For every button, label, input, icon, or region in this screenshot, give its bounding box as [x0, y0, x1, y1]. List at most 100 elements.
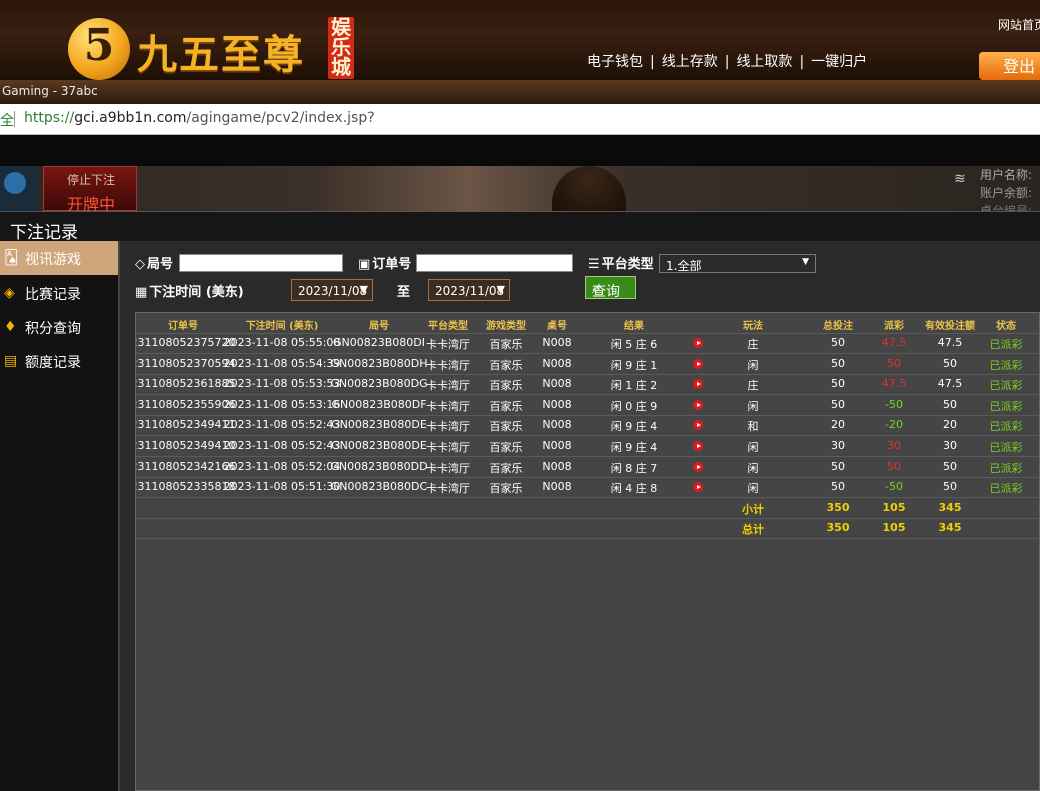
cell-status: 已派彩 [989, 420, 1023, 434]
wifi-icon: ≋ [954, 171, 966, 187]
page-top-spacer [0, 135, 1040, 166]
cell-status: 已派彩 [989, 461, 1023, 475]
date-from-picker[interactable]: 2023/11/08 ▼ [291, 279, 373, 301]
play-video-icon[interactable] [693, 358, 703, 369]
top-navigation: 电子钱包 | 线上存款 | 线上取款 | 一键归户 [587, 54, 868, 70]
cell-result: 闲 4 庄 8 [610, 482, 658, 496]
game-banner: 停止下注 开牌中 ≋ 用户名称: 账户余额: 桌台编号: [0, 166, 1040, 211]
nav-consolidate[interactable]: 一键归户 [811, 54, 867, 70]
calendar-icon: ▦ [135, 285, 148, 300]
cell-status: 已派彩 [989, 358, 1023, 372]
date-from-dropdown-icon: ▼ [359, 283, 368, 296]
nav-ewallet[interactable]: 电子钱包 [587, 54, 643, 70]
to-label: 至 [397, 285, 411, 300]
logo-digit: 5 [83, 20, 115, 71]
security-icon[interactable]: 全 [0, 110, 14, 130]
window-title-bar: Gaming - 37abc [0, 80, 1040, 104]
address-divider [14, 111, 15, 127]
total-row: 总计 350 105 345 [136, 518, 1039, 540]
round-label: ◇ 局号 [135, 257, 174, 272]
bet-records-table: 订单号 下注时间 (美东) 局号 平台类型 游戏类型 桌号 结果 玩法 总投注 派彩 有效投注额 状态… [135, 312, 1040, 791]
date-to-picker[interactable]: 2023/11/08 ▼ [428, 279, 510, 301]
sidebar-item-label: 比赛记录 [25, 287, 81, 303]
user-info: ≋ 用户名称: 账户余额: 桌台编号: [952, 166, 1040, 211]
url-text[interactable]: https://gci.a9bb1n.com/agingame/pcv2/ind… [24, 110, 375, 126]
play-video-icon[interactable] [693, 399, 703, 410]
dealing-label: 开牌中 [66, 195, 115, 211]
diamond-icon: ♦ [4, 319, 17, 335]
platform-select[interactable]: 1.全部 ▼ [659, 254, 816, 273]
logo-icon[interactable]: 5 [68, 18, 130, 80]
cards-icon: 🂡 [4, 250, 19, 266]
stop-bet-status: 停止下注 开牌中 [43, 166, 137, 211]
clipboard-icon: ▣ [358, 257, 371, 272]
sidebar-item-credit-records[interactable]: ▤ 额度记录 [0, 344, 118, 378]
cell-status: 已派彩 [989, 399, 1023, 413]
subtotal-valid-bet: 345 [938, 500, 962, 514]
cell-result: 闲 1 庄 2 [610, 379, 658, 393]
logo-badge: 娱乐城 [328, 17, 354, 79]
cell-status: 已派彩 [989, 482, 1023, 496]
query-button[interactable]: ⌕ 查询 [585, 276, 636, 300]
sidebar-item-label: 额度记录 [25, 355, 81, 371]
sidebar-item-points[interactable]: ♦ 积分查询 [0, 310, 118, 344]
cell-result: 闲 0 庄 9 [610, 399, 658, 413]
table-row[interactable]: 231108052349410 2023-11-08 05:52:43 GN0082… [136, 436, 1039, 457]
page-title-bar: 下注记录 [0, 211, 1040, 243]
logo-text[interactable]: 九五至尊 [137, 22, 305, 80]
document-icon: ▤ [4, 353, 18, 369]
window-title: Gaming - 37abc [2, 84, 98, 98]
home-link[interactable]: 网站首页 [998, 16, 1040, 33]
sidebar-item-label: 视讯游戏 [25, 252, 81, 268]
table-id-label: 桌台编号: [980, 204, 1033, 211]
nav-deposit[interactable]: 线上存款 [662, 54, 718, 70]
table-header: 订单号 下注时间 (美东) 局号 平台类型 游戏类型 桌号 结果 玩法 总投注 派彩 有效投注额 状态 [136, 313, 1039, 334]
table-row[interactable]: 231108052355906 2023-11-08 05:53:16 GN0082… [136, 395, 1039, 416]
play-video-icon[interactable] [693, 338, 703, 348]
order-label: ▣ 订单号 [358, 257, 412, 272]
col-result: 结果 [624, 321, 644, 332]
logout-button[interactable]: 登出 [979, 52, 1040, 80]
date-to-dropdown-icon: ▼ [496, 283, 505, 296]
cell-status: 已派彩 [989, 441, 1023, 454]
table-row[interactable]: 231108052375720 2023-11-08 05:55:08 GN0082… [136, 333, 1039, 354]
page-title: 下注记录 [10, 223, 78, 243]
play-video-icon[interactable] [693, 441, 703, 451]
play-video-icon[interactable] [693, 461, 703, 472]
cell-result: 闲 5 庄 6 [610, 338, 658, 351]
main-content: ◇ 局号 ▣ 订单号 ☰ 平台类型 1.全部 ▼ ▦ 下注时间 (美东) 2023/11/… [120, 241, 1040, 791]
sidebar-item-match-records[interactable]: ◈ 比赛记录 [0, 276, 118, 310]
tag-icon: ◇ [135, 257, 145, 272]
table-row[interactable]: 231108052335818 2023-11-08 05:51:30 GN0082… [136, 477, 1039, 499]
cell-result: 闲 8 庄 7 [610, 461, 658, 475]
round-input[interactable] [179, 254, 343, 272]
cell-result: 闲 9 庄 1 [610, 358, 658, 372]
col-status: 状态 [996, 321, 1016, 332]
balance-label: 账户余额: [980, 186, 1033, 200]
ticket-icon: ◈ [4, 285, 15, 301]
platform-label: ☰ 平台类型 [588, 257, 654, 272]
bet-time-label: ▦ 下注时间 (美东) [135, 285, 244, 300]
address-bar[interactable]: 全 https://gci.a9bb1n.com/agingame/pcv2/i… [0, 104, 1040, 135]
sidebar-item-label: 积分查询 [25, 321, 81, 337]
user-name-label: 用户名称: [980, 168, 1033, 182]
stop-bet-label: 停止下注 [66, 173, 115, 187]
sidebar-item-video-games[interactable]: 🂡 视讯游戏 [0, 241, 118, 275]
cell-status: 已派彩 [989, 338, 1023, 351]
total-valid-bet: 345 [938, 521, 962, 535]
dealer-video [552, 166, 626, 211]
subtotal-row: 小计 350 105 345 [136, 498, 1039, 519]
cell-result: 闲 9 庄 4 [610, 420, 658, 434]
table-row[interactable]: 231108052361885 2023-11-08 05:53:53 GN0082… [136, 374, 1039, 396]
cell-result: 闲 9 庄 4 [610, 441, 658, 454]
chevron-down-icon: ▼ [802, 257, 809, 267]
asia-gaming-logo-icon [0, 166, 38, 211]
list-icon: ☰ [588, 257, 600, 272]
table-row[interactable]: 231108052370594 2023-11-08 05:54:39 GN0082… [136, 354, 1039, 375]
nav-withdraw[interactable]: 线上取款 [736, 54, 792, 70]
table-row[interactable]: 231108052349411 2023-11-08 05:52:43 GN0082… [136, 415, 1039, 437]
cell-status: 已派彩 [989, 379, 1023, 393]
order-input[interactable] [416, 254, 573, 272]
table-row[interactable]: 231108052342166 2023-11-08 05:52:04 GN0082… [136, 457, 1039, 478]
sidebar: 🂡 视讯游戏 ◈ 比赛记录 ♦ 积分查询 ▤ 额度记录 [0, 241, 120, 791]
